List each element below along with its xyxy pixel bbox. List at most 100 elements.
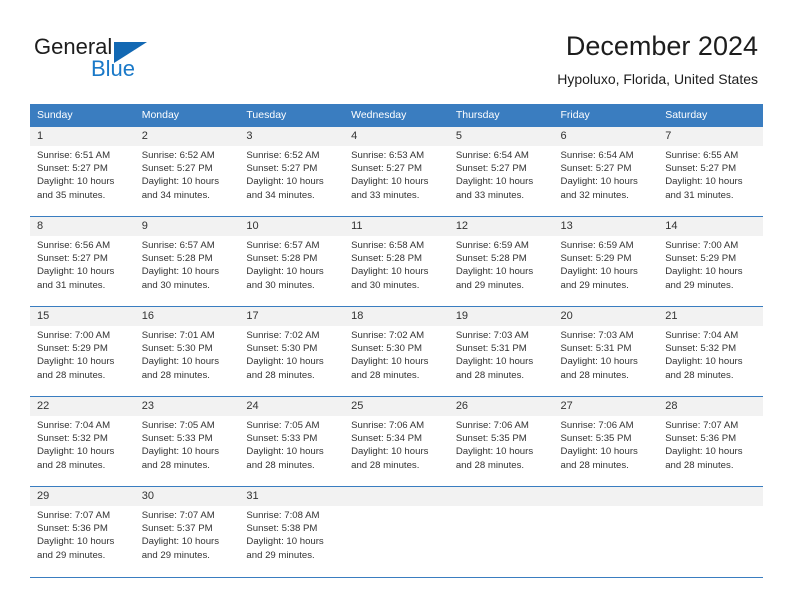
calendar-day-cell[interactable]: 29 Sunrise: 7:07 AM Sunset: 5:36 PM Dayl… xyxy=(30,486,135,578)
calendar-header-row: Sunday Monday Tuesday Wednesday Thursday… xyxy=(30,104,763,127)
sunrise-text: Sunrise: 7:04 AM xyxy=(37,420,111,431)
daylight-text-line2: and 29 minutes. xyxy=(246,549,315,561)
daylight-text-line1: Daylight: 10 hours xyxy=(665,266,743,278)
day-details: Sunrise: 6:58 AM Sunset: 5:28 PM Dayligh… xyxy=(344,236,449,292)
calendar-day-cell[interactable]: 6 Sunrise: 6:54 AM Sunset: 5:27 PM Dayli… xyxy=(553,126,659,217)
sunset-text: Sunset: 5:37 PM xyxy=(141,523,213,535)
calendar-day-cell[interactable]: 16 Sunrise: 7:01 AM Sunset: 5:30 PM Dayl… xyxy=(134,306,240,397)
calendar-day-cell[interactable]: 19 Sunrise: 7:03 AM Sunset: 5:31 PM Dayl… xyxy=(448,306,554,397)
sunrise-text: Sunrise: 6:56 AM xyxy=(37,240,111,251)
day-number: 15 xyxy=(30,307,135,326)
calendar-day-cell[interactable]: 12 Sunrise: 6:59 AM Sunset: 5:28 PM Dayl… xyxy=(448,216,554,307)
daylight-text-line1: Daylight: 10 hours xyxy=(246,266,324,278)
day-details: Sunrise: 7:07 AM Sunset: 5:36 PM Dayligh… xyxy=(658,416,763,472)
sunrise-text: Sunrise: 6:52 AM xyxy=(141,150,215,161)
daylight-text-line1: Daylight: 10 hours xyxy=(351,266,429,278)
calendar-day-cell[interactable]: 3 Sunrise: 6:52 AM Sunset: 5:27 PM Dayli… xyxy=(239,126,345,217)
calendar-day-cell[interactable]: 21 Sunrise: 7:04 AM Sunset: 5:32 PM Dayl… xyxy=(658,306,763,397)
calendar-day-cell[interactable]: 22 Sunrise: 7:04 AM Sunset: 5:32 PM Dayl… xyxy=(30,396,135,487)
calendar-day-cell[interactable]: 31 Sunrise: 7:08 AM Sunset: 5:38 PM Dayl… xyxy=(239,486,345,578)
day-details: Sunrise: 7:04 AM Sunset: 5:32 PM Dayligh… xyxy=(658,326,763,382)
calendar-day-cell[interactable]: 2 Sunrise: 6:52 AM Sunset: 5:27 PM Dayli… xyxy=(134,126,240,217)
day-details: Sunrise: 7:07 AM Sunset: 5:36 PM Dayligh… xyxy=(30,506,135,562)
day-number: 4 xyxy=(344,127,449,146)
calendar-day-cell[interactable]: 24 Sunrise: 7:05 AM Sunset: 5:33 PM Dayl… xyxy=(239,396,345,487)
calendar-day-cell-empty xyxy=(344,486,449,578)
calendar-day-cell[interactable]: 25 Sunrise: 7:06 AM Sunset: 5:34 PM Dayl… xyxy=(344,396,449,487)
day-details: Sunrise: 6:56 AM Sunset: 5:27 PM Dayligh… xyxy=(30,236,135,292)
calendar-day-cell[interactable]: 7 Sunrise: 6:55 AM Sunset: 5:27 PM Dayli… xyxy=(658,126,763,217)
sunrise-text: Sunrise: 7:05 AM xyxy=(246,420,320,431)
day-number: 21 xyxy=(658,307,763,326)
calendar-page: General Blue December 2024 Hypoluxo, Flo… xyxy=(0,0,792,612)
daylight-text-line2: and 30 minutes. xyxy=(246,279,315,291)
sunset-text: Sunset: 5:32 PM xyxy=(37,433,108,445)
day-details: Sunrise: 6:54 AM Sunset: 5:27 PM Dayligh… xyxy=(449,146,554,202)
calendar-day-cell[interactable]: 26 Sunrise: 7:06 AM Sunset: 5:35 PM Dayl… xyxy=(448,396,554,487)
calendar-day-cell[interactable]: 27 Sunrise: 7:06 AM Sunset: 5:35 PM Dayl… xyxy=(553,396,659,487)
calendar-day-cell[interactable]: 23 Sunrise: 7:05 AM Sunset: 5:33 PM Dayl… xyxy=(134,396,240,487)
calendar-day-cell[interactable]: 28 Sunrise: 7:07 AM Sunset: 5:36 PM Dayl… xyxy=(658,396,763,487)
daylight-text-line2: and 33 minutes. xyxy=(455,189,525,201)
day-number: 23 xyxy=(134,397,240,416)
daylight-text-line1: Daylight: 10 hours xyxy=(351,356,429,368)
sunset-text: Sunset: 5:27 PM xyxy=(37,253,108,265)
day-number: 29 xyxy=(30,487,135,506)
day-details: Sunrise: 6:59 AM Sunset: 5:29 PM Dayligh… xyxy=(554,236,659,292)
day-number: 11 xyxy=(344,217,449,236)
day-details: Sunrise: 6:51 AM Sunset: 5:27 PM Dayligh… xyxy=(30,146,135,202)
daylight-text-line2: and 28 minutes. xyxy=(455,459,525,471)
calendar-week-row: 8 Sunrise: 6:56 AM Sunset: 5:27 PM Dayli… xyxy=(30,216,763,307)
page-subtitle: Hypoluxo, Florida, United States xyxy=(557,71,758,87)
sunset-text: Sunset: 5:30 PM xyxy=(141,343,213,355)
page-header: General Blue December 2024 Hypoluxo, Flo… xyxy=(0,0,792,100)
day-details: Sunrise: 6:53 AM Sunset: 5:27 PM Dayligh… xyxy=(344,146,449,202)
sunset-text: Sunset: 5:29 PM xyxy=(665,253,737,265)
day-details: Sunrise: 7:00 AM Sunset: 5:29 PM Dayligh… xyxy=(658,236,763,292)
sunrise-text: Sunrise: 7:06 AM xyxy=(351,420,425,431)
calendar-day-cell[interactable]: 20 Sunrise: 7:03 AM Sunset: 5:31 PM Dayl… xyxy=(553,306,659,397)
title-block: December 2024 Hypoluxo, Florida, United … xyxy=(557,30,758,88)
calendar-day-cell[interactable]: 4 Sunrise: 6:53 AM Sunset: 5:27 PM Dayli… xyxy=(344,126,449,217)
day-details: Sunrise: 7:02 AM Sunset: 5:30 PM Dayligh… xyxy=(344,326,449,382)
day-number: 31 xyxy=(239,487,345,506)
day-details: Sunrise: 6:57 AM Sunset: 5:28 PM Dayligh… xyxy=(239,236,344,292)
brand-logo[interactable]: General Blue xyxy=(34,35,234,91)
daylight-text-line2: and 30 minutes. xyxy=(141,279,210,291)
day-details: Sunrise: 7:03 AM Sunset: 5:31 PM Dayligh… xyxy=(449,326,554,382)
daylight-text-line2: and 28 minutes. xyxy=(141,369,210,381)
calendar-day-cell[interactable]: 10 Sunrise: 6:57 AM Sunset: 5:28 PM Dayl… xyxy=(239,216,345,307)
sunrise-text: Sunrise: 7:07 AM xyxy=(665,420,739,431)
calendar-day-cell[interactable]: 9 Sunrise: 6:57 AM Sunset: 5:28 PM Dayli… xyxy=(134,216,240,307)
calendar-day-cell[interactable]: 11 Sunrise: 6:58 AM Sunset: 5:28 PM Dayl… xyxy=(344,216,449,307)
calendar-day-cell[interactable]: 14 Sunrise: 7:00 AM Sunset: 5:29 PM Dayl… xyxy=(658,216,763,307)
calendar-day-cell[interactable]: 8 Sunrise: 6:56 AM Sunset: 5:27 PM Dayli… xyxy=(30,216,135,307)
sunset-text: Sunset: 5:27 PM xyxy=(560,163,632,175)
day-details: Sunrise: 7:06 AM Sunset: 5:35 PM Dayligh… xyxy=(449,416,554,472)
sunrise-text: Sunrise: 6:52 AM xyxy=(246,150,320,161)
calendar-day-cell[interactable]: 1 Sunrise: 6:51 AM Sunset: 5:27 PM Dayli… xyxy=(30,126,135,217)
daylight-text-line1: Daylight: 10 hours xyxy=(665,176,743,188)
day-details: Sunrise: 7:05 AM Sunset: 5:33 PM Dayligh… xyxy=(135,416,240,472)
sunset-text: Sunset: 5:27 PM xyxy=(37,163,108,175)
day-number: 2 xyxy=(134,127,240,146)
daylight-text-line2: and 28 minutes. xyxy=(665,459,734,471)
sunset-text: Sunset: 5:28 PM xyxy=(351,253,423,265)
sunset-text: Sunset: 5:36 PM xyxy=(37,523,108,535)
daylight-text-line2: and 32 minutes. xyxy=(560,189,629,201)
day-number: 12 xyxy=(448,217,554,236)
sunrise-text: Sunrise: 7:06 AM xyxy=(455,420,529,431)
calendar-day-cell[interactable]: 15 Sunrise: 7:00 AM Sunset: 5:29 PM Dayl… xyxy=(30,306,135,397)
calendar-day-cell[interactable]: 18 Sunrise: 7:02 AM Sunset: 5:30 PM Dayl… xyxy=(344,306,449,397)
calendar-body: 1 Sunrise: 6:51 AM Sunset: 5:27 PM Dayli… xyxy=(30,126,763,578)
calendar-day-cell[interactable]: 30 Sunrise: 7:07 AM Sunset: 5:37 PM Dayl… xyxy=(134,486,240,578)
sunset-text: Sunset: 5:27 PM xyxy=(665,163,737,175)
calendar-day-cell[interactable]: 13 Sunrise: 6:59 AM Sunset: 5:29 PM Dayl… xyxy=(553,216,659,307)
calendar-day-cell[interactable]: 5 Sunrise: 6:54 AM Sunset: 5:27 PM Dayli… xyxy=(448,126,554,217)
sunrise-text: Sunrise: 7:07 AM xyxy=(37,510,111,521)
calendar-day-cell[interactable]: 17 Sunrise: 7:02 AM Sunset: 5:30 PM Dayl… xyxy=(239,306,345,397)
day-number: 30 xyxy=(134,487,240,506)
daylight-text-line1: Daylight: 10 hours xyxy=(560,446,638,458)
daylight-text-line1: Daylight: 10 hours xyxy=(141,446,220,458)
daylight-text-line2: and 28 minutes. xyxy=(246,369,315,381)
